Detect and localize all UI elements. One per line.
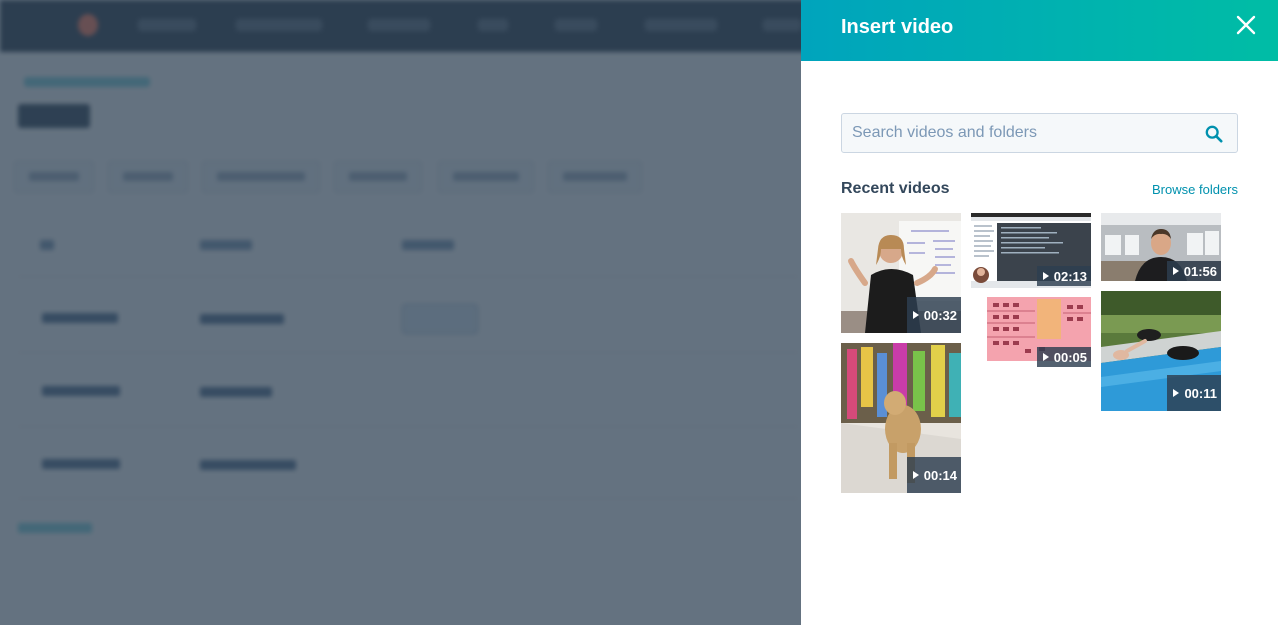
video-thumbnail-woman-whiteboard[interactable]: 00:32 [841,213,961,333]
video-duration-badge: 00:14 [906,457,961,493]
video-duration: 02:13 [1053,268,1087,284]
video-duration: 00:32 [923,307,957,323]
play-icon [1042,353,1049,361]
browse-folders-link[interactable]: Browse folders [1152,182,1238,197]
search-input[interactable] [842,114,1202,152]
video-duration-badge: 00:11 [1167,375,1221,411]
drawer-title: Insert video [841,16,954,38]
close-button[interactable] [1234,13,1258,37]
video-duration-badge: 00:05 [1036,347,1091,367]
video-duration: 00:05 [1053,349,1087,365]
play-icon [1042,272,1049,280]
search-field [841,113,1238,153]
play-icon [1173,389,1180,397]
video-duration-badge: 00:32 [906,297,961,333]
play-icon [912,471,919,479]
video-thumbnail-floor-plan[interactable]: 00:05 [971,297,1091,367]
video-duration: 00:14 [923,467,957,483]
video-duration-badge: 01:56 [1166,261,1221,281]
modal-backdrop[interactable] [0,0,801,625]
video-thumbnail-screen-recording[interactable]: 02:13 [971,213,1091,288]
insert-video-drawer: Insert video Recent videos Browse folder… [801,0,1278,625]
drawer-header: Insert video [801,0,1278,61]
video-duration-badge: 02:13 [1036,266,1091,286]
video-duration: 00:11 [1184,385,1217,401]
video-thumbnail-man-office[interactable]: 01:56 [1101,213,1221,281]
video-duration: 01:56 [1183,263,1217,279]
video-thumbnail-dog-pool[interactable]: 00:11 [1101,291,1221,411]
play-icon [912,311,919,319]
video-thumbnail-dog-pet-store[interactable]: 00:14 [841,343,961,493]
close-icon [1236,15,1256,35]
search-icon[interactable] [1205,125,1223,143]
play-icon [1172,267,1179,275]
recent-videos-heading: Recent videos [841,180,950,197]
